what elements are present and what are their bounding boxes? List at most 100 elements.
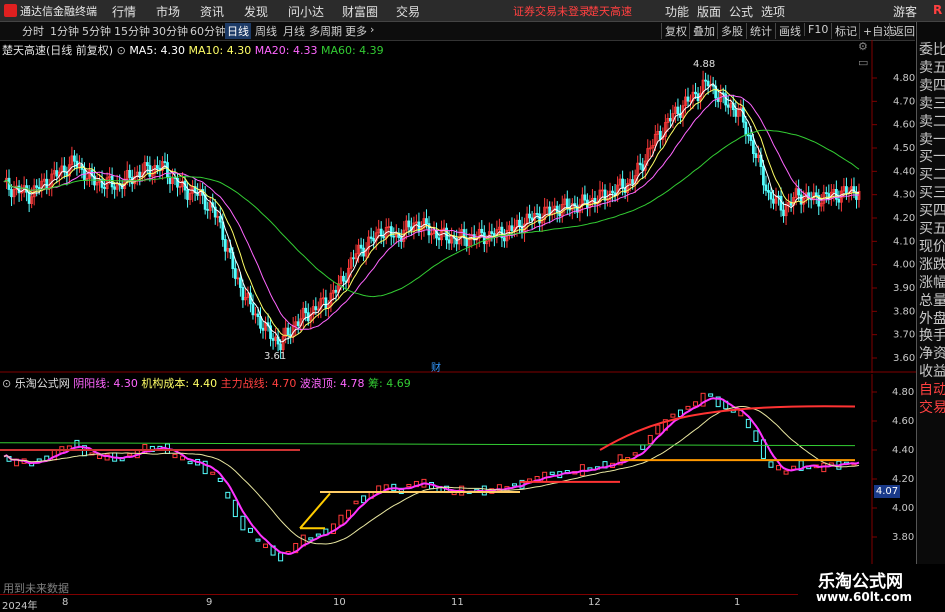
guest-user[interactable]: 游客	[893, 3, 917, 20]
candle-body	[845, 186, 848, 194]
candle-body	[186, 189, 189, 200]
settings-icon[interactable]: ⚙	[858, 40, 868, 53]
side-label[interactable]: 卖五	[919, 60, 945, 77]
tab-1min[interactable]: 1分钟	[48, 23, 81, 39]
candle-body	[676, 106, 680, 115]
candle-body	[324, 297, 328, 309]
chevron-right-icon[interactable]: ›	[368, 23, 376, 36]
menu-options[interactable]: 选项	[761, 3, 785, 20]
tab-15min[interactable]: 15分钟	[112, 23, 152, 39]
watermark-brand: 乐淘公式网	[818, 572, 903, 592]
back-button[interactable]: 返回	[889, 23, 915, 39]
side-label[interactable]: 卖二	[919, 114, 945, 131]
candle-body	[726, 104, 730, 108]
menu-wealth[interactable]: 财富圈	[342, 3, 378, 20]
side-label[interactable]: 净资	[919, 346, 945, 363]
axis-tick-label: 4.40	[893, 166, 915, 177]
menu-function[interactable]: 功能	[665, 3, 689, 20]
candle-body	[73, 155, 76, 162]
candle-body	[166, 162, 169, 178]
side-label[interactable]: 卖一	[919, 132, 945, 149]
overlay-button[interactable]: 叠加	[689, 23, 715, 39]
multi-stock-button[interactable]: 多股	[717, 23, 743, 39]
candle-body	[518, 219, 521, 227]
candle-body	[565, 198, 569, 208]
axis-tick-label: 3.80	[893, 306, 915, 317]
candle-body	[538, 213, 542, 224]
menu-formula[interactable]: 公式	[729, 3, 753, 20]
menu-discover[interactable]: 发现	[244, 3, 268, 20]
statistics-button[interactable]: 统计	[746, 23, 772, 39]
side-label[interactable]: 买五	[919, 221, 945, 238]
chips-line	[0, 442, 856, 447]
side-label[interactable]: 外盘	[919, 311, 945, 328]
tab-daily[interactable]: 日线	[225, 23, 251, 39]
expand-icon[interactable]: ▭	[858, 56, 868, 69]
tab-multi-period[interactable]: 多周期	[307, 23, 344, 39]
candle-body	[228, 248, 232, 253]
finance-marker[interactable]: 财	[431, 359, 441, 374]
header-stock-name: 楚天高速	[588, 5, 632, 18]
candle-body	[304, 307, 308, 314]
tab-more[interactable]: 更多	[343, 23, 369, 39]
candle-body	[256, 313, 260, 317]
axis-tick-label: 4.50	[893, 143, 915, 154]
menu-news[interactable]: 资讯	[200, 3, 224, 20]
candle-body	[279, 343, 283, 351]
login-status[interactable]: 证券交易未登录	[513, 3, 590, 19]
side-label[interactable]: 现价	[919, 239, 945, 256]
menu-quotes[interactable]: 行情	[112, 3, 136, 20]
f10-button[interactable]: F10	[804, 23, 828, 36]
mark-button[interactable]: 标记	[831, 23, 857, 39]
side-label[interactable]: 买二	[919, 167, 945, 184]
sub-bar	[670, 413, 676, 418]
axis-tick-label: 4.10	[893, 236, 915, 247]
tab-30min[interactable]: 30分钟	[150, 23, 190, 39]
side-label[interactable]: 买四	[919, 203, 945, 220]
menu-market[interactable]: 市场	[156, 3, 180, 20]
axis-tick-label: 4.60	[893, 120, 915, 131]
legend-gear-icon[interactable]: ⊙	[117, 44, 126, 57]
candle-body	[480, 228, 484, 234]
candle-body	[837, 198, 841, 203]
candle-body	[286, 327, 290, 336]
side-label[interactable]: 涨幅	[919, 275, 945, 292]
tab-intraday[interactable]: 分时	[20, 23, 46, 39]
menu-trade[interactable]: 交易	[396, 3, 420, 20]
sub-gear-icon[interactable]: ⊙	[2, 377, 11, 390]
candle-body	[392, 235, 396, 238]
side-label[interactable]: 买三	[919, 185, 945, 202]
cost-line	[3, 406, 860, 545]
candle-body	[369, 236, 373, 239]
side-label[interactable]: 交易	[919, 400, 945, 417]
axis-tick-label: 4.70	[893, 96, 915, 107]
side-label[interactable]: 收益	[919, 364, 945, 381]
month-tick: 9	[206, 597, 213, 608]
r-badge[interactable]: R	[933, 3, 942, 17]
tab-60min[interactable]: 60分钟	[188, 23, 228, 39]
menu-ask[interactable]: 问小达	[288, 3, 324, 20]
draw-line-button[interactable]: 画线	[775, 23, 801, 39]
candle-body	[621, 178, 625, 189]
month-tick: 8	[62, 597, 69, 608]
side-label[interactable]: 委比	[919, 42, 945, 59]
candle-body	[314, 306, 318, 311]
side-label[interactable]: 卖三	[919, 96, 945, 113]
signal-marker	[299, 492, 331, 530]
sub-bar	[210, 471, 216, 475]
side-label[interactable]: 总量	[919, 293, 945, 310]
side-label[interactable]: 卖四	[919, 78, 945, 95]
candle-body	[35, 185, 39, 188]
side-label[interactable]: 买一	[919, 149, 945, 166]
side-label[interactable]: 自动	[919, 382, 945, 399]
side-label[interactable]: 涨跌	[919, 257, 945, 274]
tab-monthly[interactable]: 月线	[281, 23, 307, 39]
side-label[interactable]: 换手	[919, 328, 945, 345]
tab-5min[interactable]: 5分钟	[80, 23, 113, 39]
tab-weekly[interactable]: 周线	[253, 23, 279, 39]
menu-layout[interactable]: 版面	[697, 3, 721, 20]
sub-indicator-chart[interactable]: 4.804.604.404.204.003.8014:5614:5614:561…	[0, 374, 916, 594]
adjust-button[interactable]: 复权	[661, 23, 687, 39]
axis-tick-label: 4.00	[893, 260, 915, 271]
main-kline-chart[interactable]: 4.80 4.70 4.60 4.50 4.40 4.30 4.20 4.10 4.00 3.90…	[0, 40, 916, 373]
